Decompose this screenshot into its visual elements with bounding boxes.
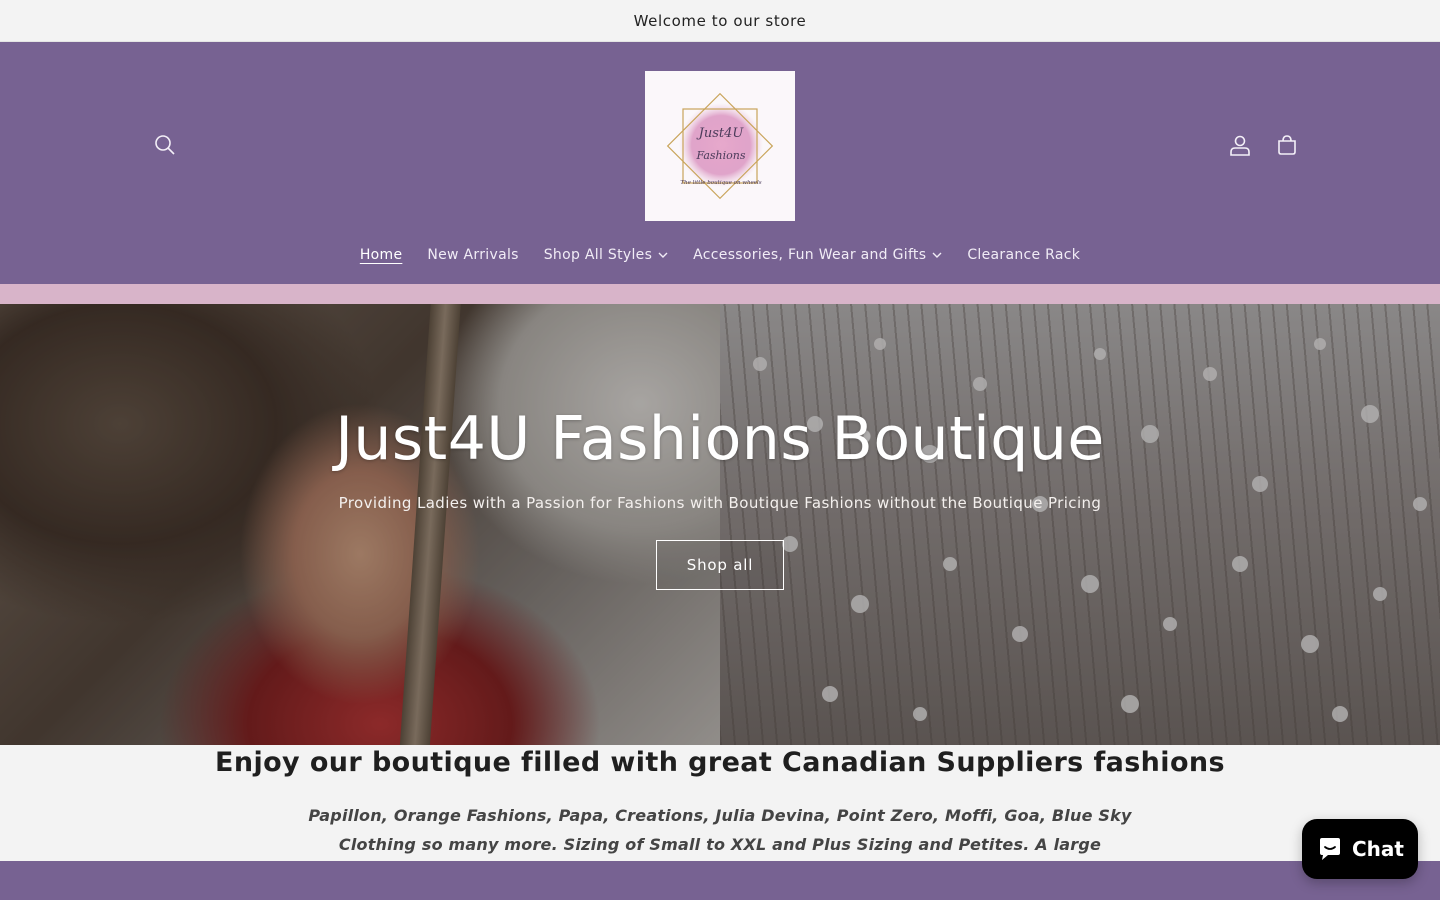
logo-line1: Just4U [696,126,745,141]
nav-item-accessories[interactable]: Accessories, Fun Wear and Gifts [681,247,955,263]
chevron-down-icon [932,252,942,258]
announcement-text: Welcome to our store [633,11,807,30]
site-header: Just4U Fashions The little boutique on w… [0,42,1440,284]
search-button[interactable] [143,123,187,167]
nav-label: Accessories, Fun Wear and Gifts [693,247,927,263]
logo-tagline: The little boutique on wheels [680,180,761,186]
shop-all-button[interactable]: Shop all [656,540,784,590]
cart-button[interactable] [1265,123,1309,167]
accent-divider [0,284,1440,304]
hero-content: Just4U Fashions Boutique Providing Ladie… [0,304,1440,745]
cart-icon [1278,135,1296,155]
rich-text-section: Enjoy our boutique filled with great Can… [0,745,1440,883]
hero-subtitle: Providing Ladies with a Passion for Fash… [338,494,1102,512]
search-icon [155,135,175,155]
hero-banner: Just4U Fashions Boutique Providing Ladie… [0,304,1440,745]
nav-label: Clearance Rack [967,247,1081,263]
chat-label: Chat [1352,837,1404,861]
nav-label: Shop All Styles [543,247,653,263]
chevron-down-icon [658,252,668,258]
footer-band [0,861,1440,900]
nav-label: Home [359,247,403,263]
chat-bubble-icon [1320,838,1340,860]
account-icon [1230,135,1250,156]
announcement-bar: Welcome to our store [0,0,1440,42]
chat-button[interactable]: Chat [1302,819,1418,879]
rich-text-heading: Enjoy our boutique filled with great Can… [214,747,1226,778]
nav-item-clearance-rack[interactable]: Clearance Rack [955,247,1093,263]
nav-label: New Arrivals [427,247,519,263]
nav-item-home[interactable]: Home [347,247,415,263]
hero-title: Just4U Fashions Boutique [335,404,1105,474]
logo-line2: Fashions [695,149,745,162]
main-navigation: Home New Arrivals Shop All Styles Access… [0,247,1440,263]
store-logo[interactable]: Just4U Fashions The little boutique on w… [645,71,795,221]
account-button[interactable] [1218,123,1262,167]
nav-item-new-arrivals[interactable]: New Arrivals [415,247,531,263]
nav-item-shop-all-styles[interactable]: Shop All Styles [531,247,680,263]
